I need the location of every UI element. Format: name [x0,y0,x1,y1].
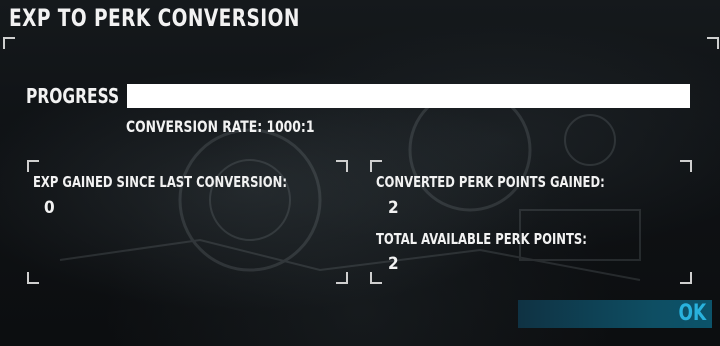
panel-frame-corner [336,160,348,172]
progress-label: PROGRESS [26,84,120,108]
ok-button[interactable]: OK [518,300,712,328]
total-perk-points-label: TOTAL AVAILABLE PERK POINTS: [376,230,587,248]
total-perk-points-value: 2 [388,254,399,274]
panel-frame-corner [370,272,382,284]
dialog-frame-corner [707,37,719,49]
dialog-frame-corner [3,37,15,49]
dialog-title: EXP TO PERK CONVERSION [9,4,300,32]
panel-frame-corner [27,160,39,172]
exp-gained-value: 0 [44,198,55,218]
converted-perk-points-label: CONVERTED PERK POINTS GAINED: [376,173,605,191]
converted-perk-points-value: 2 [388,198,399,218]
panel-frame-corner [336,272,348,284]
conversion-rate: CONVERSION RATE: 1000:1 [126,117,315,136]
panel-frame-corner [680,160,692,172]
exp-gained-label: EXP GAINED SINCE LAST CONVERSION: [33,173,287,191]
panel-frame-corner [27,272,39,284]
panel-frame-corner [680,272,692,284]
progress-bar-fill [127,84,690,108]
progress-bar [127,84,690,108]
ok-button-label: OK [678,301,706,326]
panel-frame-corner [370,160,382,172]
